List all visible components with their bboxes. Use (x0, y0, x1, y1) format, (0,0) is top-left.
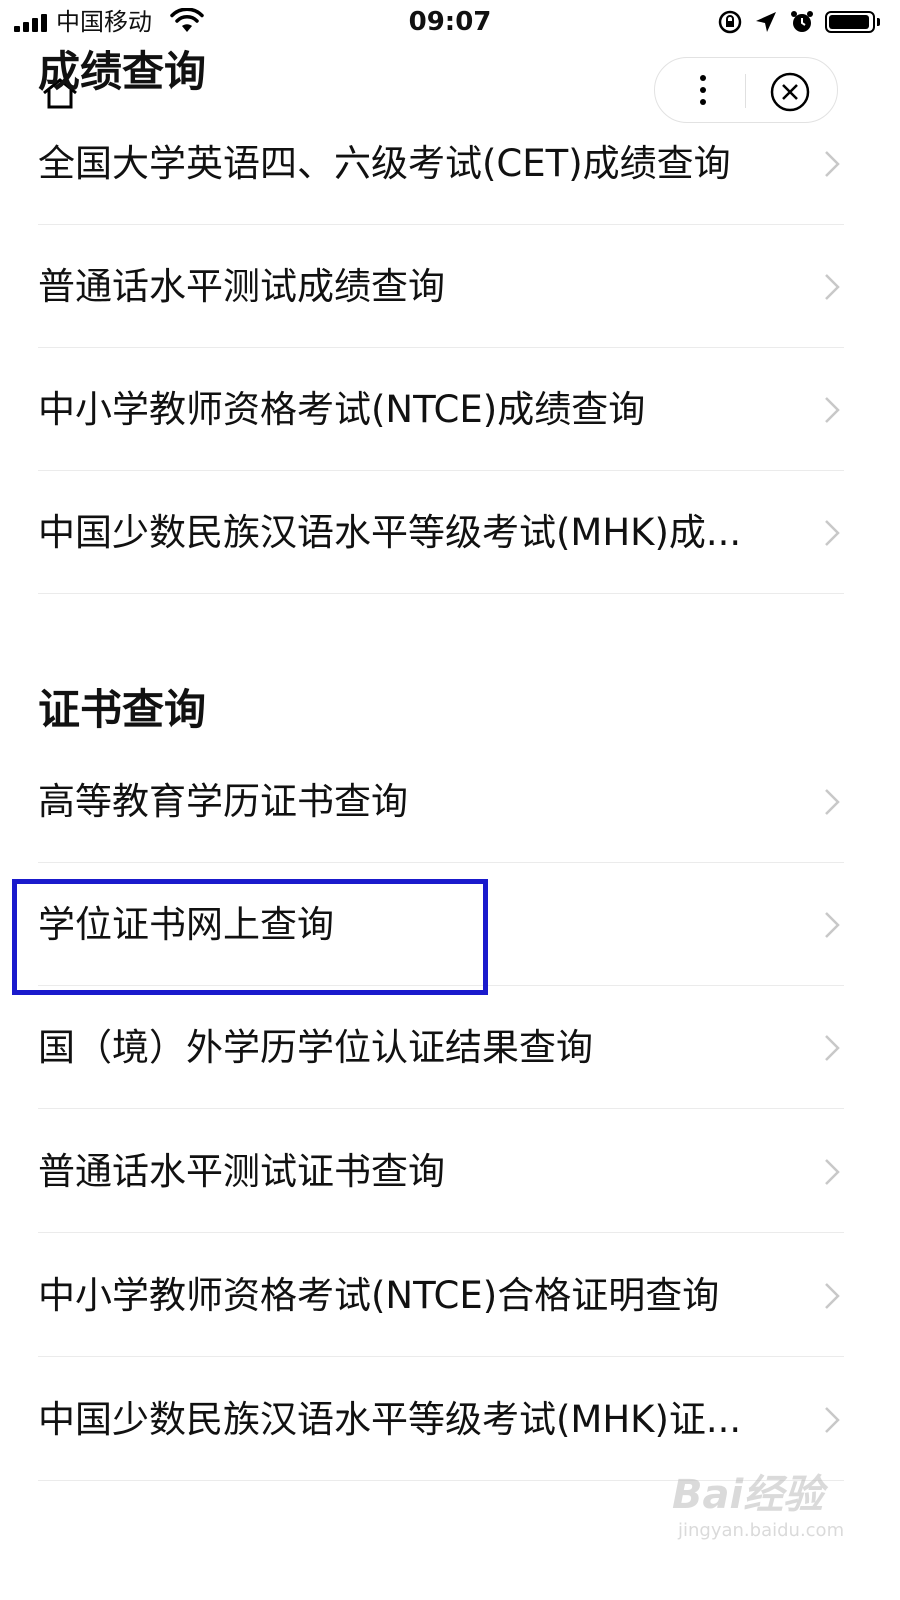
chevron-right-icon (825, 1035, 840, 1061)
watermark-url: jingyan.baidu.com (678, 1520, 845, 1541)
list-item-label: 中国少数民族汉语水平等级考试(MHK)成... (38, 511, 742, 554)
chevron-right-icon (825, 274, 840, 300)
highlight-box (12, 879, 488, 995)
list-item-ntce-cert[interactable]: 中小学教师资格考试(NTCE)合格证明查询 (38, 1234, 844, 1357)
battery-cap (877, 18, 880, 26)
chevron-right-icon (825, 1283, 840, 1309)
section-title-scores: 成绩查询 (38, 47, 207, 96)
location-arrow-icon (756, 12, 776, 32)
list-item-label: 普通话水平测试证书查询 (38, 1150, 445, 1193)
status-bar: 中国移动 09:07 (0, 0, 900, 44)
list-item-label: 普通话水平测试成绩查询 (38, 265, 445, 308)
alarm-icon (791, 11, 813, 32)
chevron-right-icon (825, 1159, 840, 1185)
list-item-label: 全国大学英语四、六级考试(CET)成绩查询 (38, 142, 731, 185)
chevron-right-icon (825, 397, 840, 423)
list-item-higher-edu-cert[interactable]: 高等教育学历证书查询 (38, 740, 844, 863)
chevron-right-icon (825, 1407, 840, 1433)
list-item-mhk-score[interactable]: 中国少数民族汉语水平等级考试(MHK)成... (38, 471, 844, 594)
watermark-logo: Bai经验 (672, 1472, 824, 1518)
chevron-right-icon (825, 520, 840, 546)
list-item-label: 国（境）外学历学位认证结果查询 (38, 1026, 593, 1069)
list-item-putonghua-score[interactable]: 普通话水平测试成绩查询 (38, 225, 844, 348)
list-item-overseas-degree[interactable]: 国（境）外学历学位认证结果查询 (38, 986, 844, 1109)
baidu-jingyan-watermark: Bai经验 jingyan.baidu.com (672, 1462, 862, 1554)
list-item-ntce-score[interactable]: 中小学教师资格考试(NTCE)成绩查询 (38, 348, 844, 471)
status-icons (717, 8, 880, 36)
list-item-label: 高等教育学历证书查询 (38, 780, 408, 823)
list-item-label: 中小学教师资格考试(NTCE)成绩查询 (38, 388, 646, 431)
section-title-certificates: 证书查询 (38, 685, 207, 734)
list-item-putonghua-cert[interactable]: 普通话水平测试证书查询 (38, 1110, 844, 1233)
battery-level (829, 15, 869, 29)
chevron-right-icon (825, 151, 840, 177)
chevron-right-icon (825, 912, 840, 938)
list-item-label: 中国少数民族汉语水平等级考试(MHK)证... (38, 1398, 742, 1441)
battery-icon (825, 11, 875, 33)
chevron-right-icon (825, 789, 840, 815)
rotation-lock-icon (718, 10, 742, 34)
list-item-label: 中小学教师资格考试(NTCE)合格证明查询 (38, 1274, 720, 1317)
list-item-cet-score[interactable]: 全国大学英语四、六级考试(CET)成绩查询 (38, 102, 844, 225)
